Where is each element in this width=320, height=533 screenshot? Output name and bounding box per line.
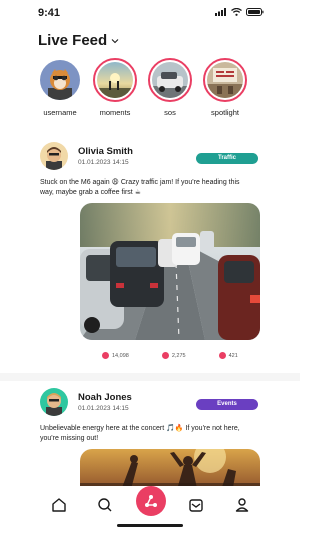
heart-icon: [102, 352, 109, 359]
status-time: 9:41: [38, 7, 61, 19]
feed-header[interactable]: Live Feed: [38, 32, 119, 49]
battery-icon: [246, 8, 264, 16]
avatar[interactable]: [40, 142, 68, 170]
profile-icon[interactable]: [233, 496, 251, 514]
post-divider: [0, 373, 300, 381]
avatar[interactable]: [40, 388, 68, 416]
story-moments[interactable]: moments: [93, 58, 137, 117]
post-header: Olivia Smith 01.01.2023 14:15 Traffic: [40, 142, 260, 174]
share-count[interactable]: 421: [218, 352, 238, 359]
story-thumbnail: [97, 62, 133, 98]
story-avatar: [40, 60, 80, 100]
share-icon: [218, 352, 226, 359]
post-text: Stuck on the M6 again 😩 Crazy traffic ja…: [40, 179, 240, 196]
post-header: Noah Jones 01.01.2023 14:15 Events: [40, 388, 260, 420]
stories-row: username moments sos spotlight: [38, 58, 247, 117]
metric-value: 14,098: [112, 352, 129, 359]
create-post-button[interactable]: [136, 486, 166, 516]
story-ring: [148, 58, 192, 102]
feed-post: Olivia Smith 01.01.2023 14:15 Traffic St…: [40, 142, 260, 359]
share-nodes-icon: [145, 495, 157, 507]
story-label: username: [43, 108, 77, 117]
metric-value: 2,275: [171, 352, 186, 359]
story-label: moments: [99, 108, 131, 117]
signal-icon: [215, 8, 226, 16]
story-spotlight[interactable]: spotlight: [203, 58, 247, 117]
post-image[interactable]: [80, 203, 260, 340]
metric-value: 421: [228, 352, 238, 359]
story-ring: [38, 58, 82, 102]
post-date: 01.01.2023 14:15: [78, 405, 129, 412]
post-author[interactable]: Olivia Smith: [78, 146, 133, 157]
page-title: Live Feed: [38, 32, 108, 49]
post-date: 01.01.2023 14:15: [78, 159, 129, 166]
comment-icon: [161, 352, 169, 359]
story-thumbnail: [207, 62, 243, 98]
post-text: Unbelievable energy here at the concert …: [40, 425, 240, 442]
home-icon[interactable]: [50, 496, 68, 514]
story-sos[interactable]: sos: [148, 58, 192, 117]
comment-count[interactable]: 2,275: [161, 352, 186, 359]
post-tag[interactable]: Traffic: [196, 153, 258, 164]
story-label: spotlight: [211, 108, 239, 117]
post-metrics: 14,098 2,275 421: [102, 352, 260, 359]
status-bar: 9:41: [0, 0, 300, 24]
home-indicator: [117, 524, 183, 527]
story-thumbnail: [152, 62, 188, 98]
chevron-down-icon[interactable]: [111, 37, 119, 45]
story-label: sos: [164, 108, 176, 117]
inbox-icon[interactable]: [187, 496, 205, 514]
story-ring: [203, 58, 247, 102]
search-icon[interactable]: [96, 496, 114, 514]
post-author[interactable]: Noah Jones: [78, 392, 132, 403]
post-tag[interactable]: Events: [196, 399, 258, 410]
story-username[interactable]: username: [38, 58, 82, 117]
status-icons: [215, 8, 264, 16]
feed-post: Noah Jones 01.01.2023 14:15 Events Unbel…: [40, 388, 260, 493]
story-ring: [93, 58, 137, 102]
like-count[interactable]: 14,098: [102, 352, 129, 359]
wifi-icon: [231, 8, 242, 16]
